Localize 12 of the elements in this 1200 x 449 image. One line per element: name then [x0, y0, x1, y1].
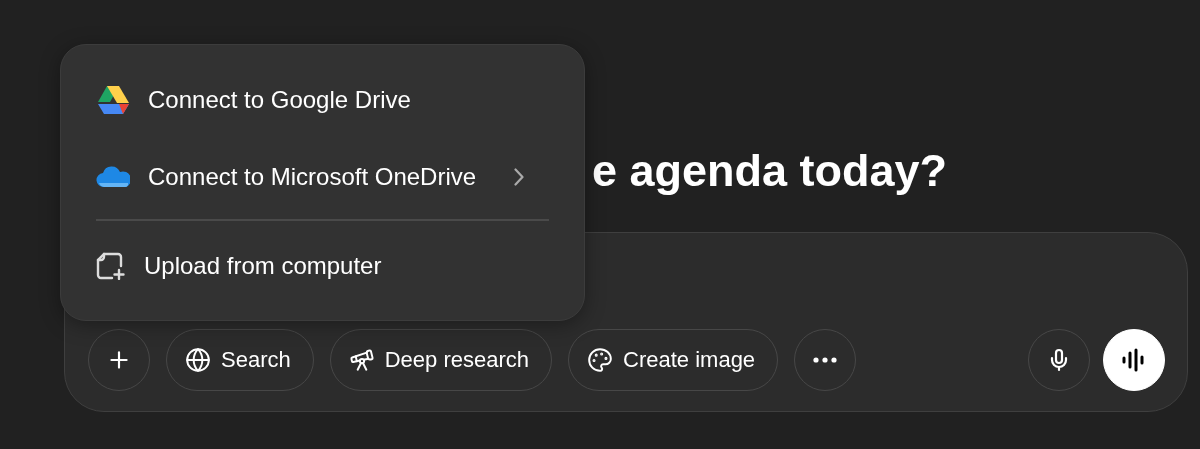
greeting-heading: e agenda today?	[592, 144, 948, 198]
menu-item[interactable]: Connect to Google Drive	[96, 67, 549, 133]
cloud-icon	[96, 166, 130, 188]
sound-wave-icon	[1121, 347, 1147, 373]
palette-icon	[587, 347, 614, 373]
file-plus-icon	[96, 252, 126, 280]
more-icon	[813, 357, 838, 363]
menu-item[interactable]: Upload from computer	[96, 233, 549, 299]
globe-icon	[185, 347, 211, 373]
telescope-icon	[348, 347, 375, 373]
drive-logo-icon	[96, 85, 130, 115]
menu-item[interactable]: Connect to Microsoft OneDrive	[96, 144, 549, 210]
